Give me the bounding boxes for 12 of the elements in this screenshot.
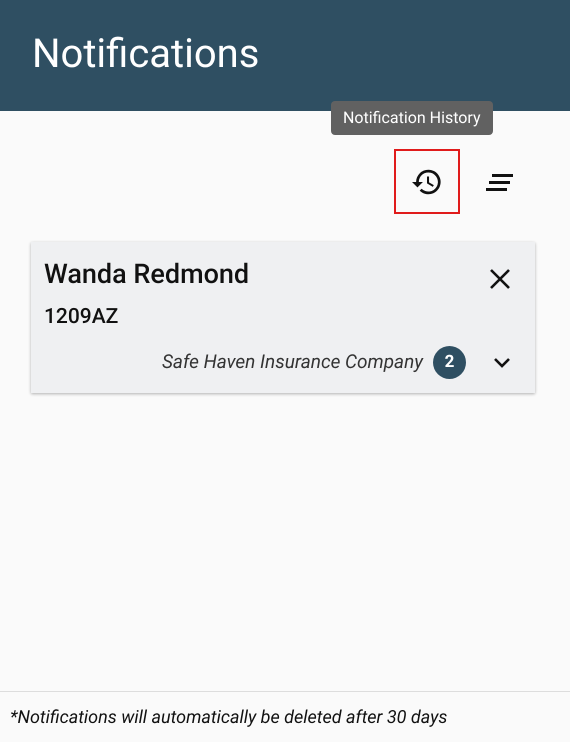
chevron-icon[interactable] [493, 356, 511, 368]
footer-note: *Notifications will automatically be deleted after 30 days [10, 706, 448, 730]
contact-name: Wanda Redmond [44, 257, 250, 292]
company-name: Safe Haven Insurance Company [162, 349, 423, 376]
history-icon [412, 168, 442, 196]
count-badge: 2 [433, 346, 466, 379]
policy-code: 1209AZ [44, 304, 118, 331]
history-button[interactable] [394, 149, 460, 214]
sort-icon[interactable] [486, 174, 513, 192]
page-title: Notifications [32, 34, 260, 78]
close-icon[interactable] [489, 268, 511, 290]
tooltip: Notification History [331, 101, 493, 135]
